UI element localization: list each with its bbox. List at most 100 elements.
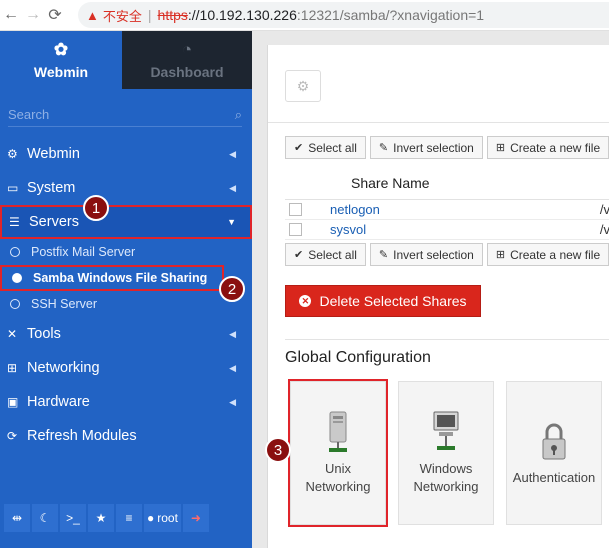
gear-icon: ⚙ <box>296 77 310 94</box>
select-all-label: Select all <box>308 140 357 155</box>
user-name: root <box>157 511 178 525</box>
times-circle-icon: ✕ <box>299 295 312 307</box>
radio-icon <box>10 299 20 309</box>
caret-left-icon: ◀ <box>229 396 236 407</box>
invert-selection-button[interactable]: ✎ Invert selection <box>369 136 483 159</box>
module-config-button[interactable]: ⚙ <box>285 70 321 102</box>
select-all-button[interactable]: ✔ Select all <box>285 136 366 159</box>
collapse-icon[interactable]: ⇹ <box>4 504 30 532</box>
tile-label-line1: Unix <box>324 461 351 476</box>
back-icon[interactable]: ← <box>0 6 22 24</box>
network-icon: ⊞ <box>7 361 18 375</box>
address-bar[interactable]: ▲ 不安全 | https ://10.192.130.226 :12321/s… <box>78 2 609 28</box>
windows-networking-tile[interactable]: Windows Networking <box>398 381 494 525</box>
content-panel: ⚙ ✔ Select all ✎ Invert selection ⊞ Crea… <box>267 45 609 548</box>
sidebar-item-label: Webmin <box>27 146 80 162</box>
create-file-share-button[interactable]: ⊞ Create a new file <box>486 243 609 266</box>
laptop-icon: ▭ <box>7 181 19 195</box>
radio-icon <box>10 247 20 257</box>
tab-webmin-label: Webmin <box>33 64 89 80</box>
url-host: ://10.192.130.226 <box>187 7 297 23</box>
main-area: ⚙ ✔ Select all ✎ Invert selection ⊞ Crea… <box>252 31 609 548</box>
tab-webmin[interactable]: ✿ Webmin <box>0 31 122 89</box>
divider <box>285 339 609 340</box>
sidebar-item-label: Tools <box>27 326 61 342</box>
sidebar-item-refresh-modules[interactable]: ⟳ Refresh Modules <box>0 419 252 453</box>
browser-toolbar: ← → ⟳ ▲ 不安全 | https ://10.192.130.226 :1… <box>0 0 609 31</box>
sidebar-subitem-ssh[interactable]: SSH Server <box>0 291 252 317</box>
radio-selected-icon <box>12 273 22 283</box>
unix-networking-tile[interactable]: Unix Networking <box>288 379 388 527</box>
sidebar-item-networking[interactable]: ⊞ Networking ◀ <box>0 351 252 385</box>
sliders-icon[interactable]: ≡ <box>116 504 142 532</box>
user-button[interactable]: ● root <box>144 504 181 532</box>
search-input[interactable]: Search ⌕ <box>8 103 242 127</box>
table-row: netlogon /v <box>285 200 609 220</box>
tab-dashboard[interactable]: ◔ Dashboard <box>122 31 252 89</box>
forward-icon[interactable]: → <box>22 6 44 24</box>
tile-label-line1: Authentication <box>512 470 596 485</box>
star-icon[interactable]: ★ <box>88 504 114 532</box>
tile-label-line2: Networking <box>305 479 371 494</box>
select-all-label: Select all <box>308 247 357 262</box>
toolbar-bottom: ✔ Select all ✎ Invert selection ⊞ Create… <box>285 243 609 266</box>
server-icon: ☰ <box>9 215 20 229</box>
url-separator: | <box>147 7 152 23</box>
sidebar-item-webmin[interactable]: ⚙ Webmin ◀ <box>0 137 252 171</box>
sidebar-subitem-label: Postfix Mail Server <box>31 245 136 259</box>
caret-left-icon: ◀ <box>229 148 236 159</box>
hdd-icon: ▣ <box>7 395 19 409</box>
sidebar-subitem-postfix[interactable]: Postfix Mail Server <box>0 239 252 265</box>
sidebar: ✿ Webmin ◔ Dashboard Search ⌕ ⚙ Webmin ◀… <box>0 31 252 548</box>
terminal-icon[interactable]: >_ <box>60 504 86 532</box>
row-checkbox[interactable] <box>289 203 302 216</box>
sidebar-item-tools[interactable]: ✕ Tools ◀ <box>0 317 252 351</box>
caret-left-icon: ◀ <box>229 362 236 373</box>
tile-label-line2: Networking <box>413 479 479 494</box>
create-file-share-button[interactable]: ⊞ Create a new file <box>486 136 609 159</box>
share-path: /v <box>599 202 609 217</box>
moon-icon[interactable]: ☾ <box>32 504 58 532</box>
sidebar-subitem-label: SSH Server <box>31 297 97 311</box>
shares-table: Share Name netlogon /v sysvol /v <box>285 166 609 240</box>
reload-icon[interactable]: ⟳ <box>44 5 66 25</box>
caret-down-icon: ▼ <box>227 217 236 227</box>
invert-selection-label: Invert selection <box>393 247 474 262</box>
check-icon: ✔ <box>294 142 304 154</box>
caret-left-icon: ◀ <box>229 328 236 339</box>
url-scheme: https <box>157 7 188 23</box>
padlock-icon <box>542 423 566 460</box>
share-link[interactable]: sysvol <box>330 222 366 237</box>
column-share-name: Share Name <box>351 174 430 191</box>
share-link[interactable]: netlogon <box>330 202 380 217</box>
tab-dashboard-label: Dashboard <box>150 64 224 80</box>
users-icon: ● <box>147 511 155 525</box>
divider <box>268 122 609 123</box>
caret-left-icon: ◀ <box>229 182 236 193</box>
invert-selection-button[interactable]: ✎ Invert selection <box>369 243 483 266</box>
sidebar-item-servers[interactable]: ☰ Servers ▼ <box>0 205 252 239</box>
logout-icon[interactable]: ➜ <box>182 504 209 532</box>
tools-icon: ✕ <box>7 327 18 341</box>
sidebar-menu: ⚙ Webmin ◀ ▭ System ◀ ☰ Servers ▼ Postfi… <box>0 137 252 453</box>
invert-selection-label: Invert selection <box>393 140 474 155</box>
sidebar-footer: ⇹ ☾ >_ ★ ≡ ● root ➜ <box>4 504 209 532</box>
webmin-logo-icon: ✿ <box>53 40 69 59</box>
refresh-icon: ⟳ <box>7 429 18 443</box>
delete-selected-shares-button[interactable]: ✕ Delete Selected Shares <box>285 285 481 317</box>
select-all-button[interactable]: ✔ Select all <box>285 243 366 266</box>
search-placeholder: Search <box>8 107 50 122</box>
authentication-tile[interactable]: Authentication <box>506 381 602 525</box>
annotation-badge-3: 3 <box>265 437 291 463</box>
search-icon: ⌕ <box>234 106 242 122</box>
sidebar-item-system[interactable]: ▭ System ◀ <box>0 171 252 205</box>
sidebar-item-hardware[interactable]: ▣ Hardware ◀ <box>0 385 252 419</box>
delete-label: Delete Selected Shares <box>319 293 467 309</box>
toolbar-top: ✔ Select all ✎ Invert selection ⊞ Create… <box>285 136 609 159</box>
row-checkbox[interactable] <box>289 223 302 236</box>
share-path: /v <box>599 222 609 237</box>
create-new-label: Create a new file <box>510 247 601 262</box>
global-config-title: Global Configuration <box>285 349 431 366</box>
sidebar-subitem-samba[interactable]: Samba Windows File Sharing <box>0 265 224 291</box>
sidebar-item-label: System <box>27 180 76 196</box>
